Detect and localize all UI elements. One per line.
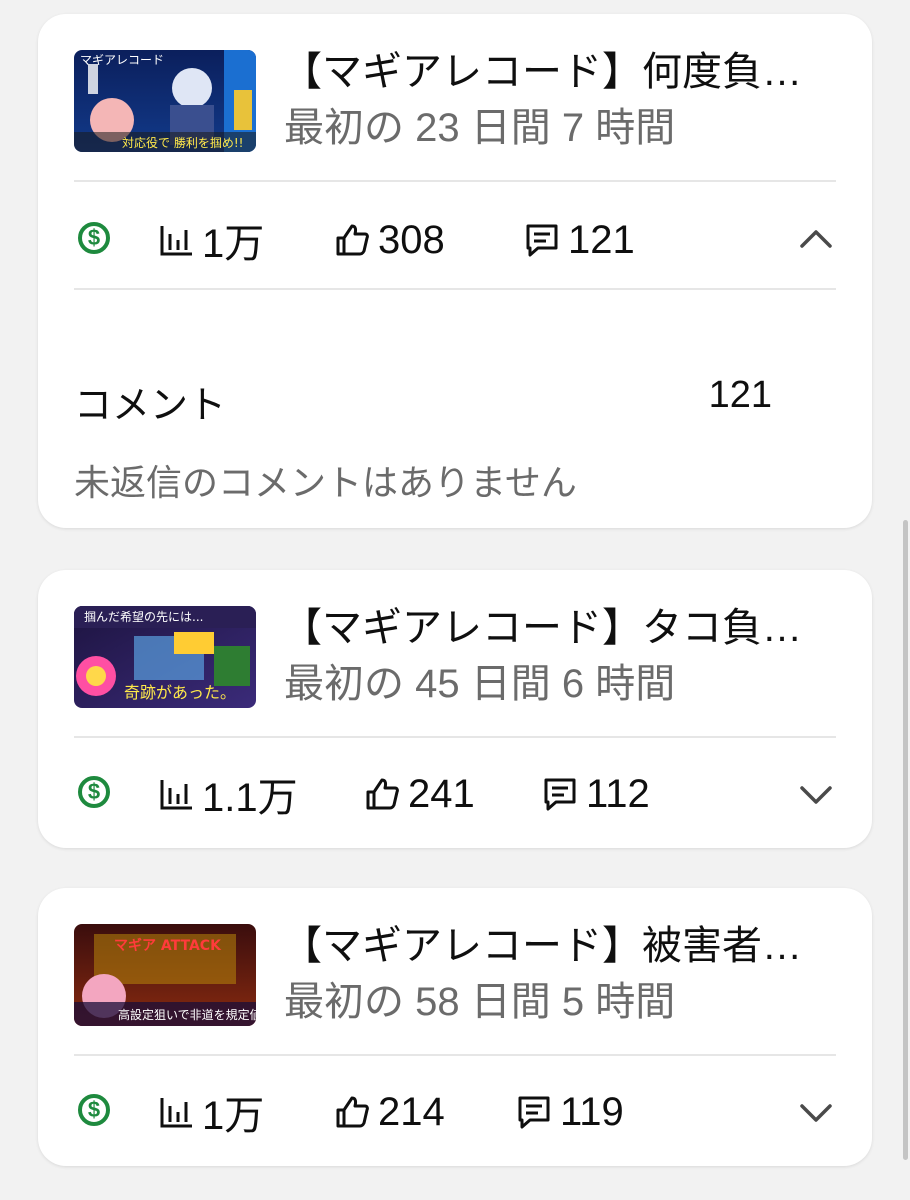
stats-row: $ 1万 308 121 [74,210,836,270]
video-header[interactable]: マギアレコード 対応役で 勝利を掴め!! 【マギアレコード】何度負… 最初の 2… [74,50,836,152]
divider [74,288,836,290]
likes-count: 214 [378,1089,445,1134]
video-card[interactable]: 掴んだ希望の先には... 奇跡があった。 【マギアレコード】タコ負… 最初の 4… [38,570,872,848]
views-stat: 1万 [156,210,264,270]
comments-stat: 112 [540,764,650,824]
thumbs-up-icon [336,1096,369,1128]
comments-count: 112 [586,771,650,816]
video-title[interactable]: 【マギアレコード】タコ負… [282,602,842,654]
dollar-circle-icon: $ [78,776,110,808]
comments-panel-label: コメント [74,385,227,427]
comments-count: 121 [568,217,635,262]
chevron-down-icon[interactable] [796,1092,836,1132]
views-count: 1.1万 [202,776,298,820]
comment-icon [544,778,576,811]
chevron-down-icon[interactable] [796,774,836,814]
thumbnail-text: マギア ATTACK [114,937,222,954]
video-title[interactable]: 【マギアレコード】被害者… [282,920,842,972]
thumbnail-text: マギアレコード [80,53,164,67]
chevron-up-icon[interactable] [796,220,836,260]
video-card[interactable]: マギア ATTACK 高設定狙いで非道を規定値 【マギアレコード】被害者… 最初… [38,888,872,1166]
comments-stat: 119 [514,1082,624,1142]
stats-row: $ 1.1万 241 112 [74,764,836,824]
video-age: 最初の 58 日間 5 時間 [284,980,676,1024]
divider [74,180,836,182]
dollar-circle-icon: $ [78,1094,110,1126]
video-card[interactable]: マギアレコード 対応役で 勝利を掴め!! 【マギアレコード】何度負… 最初の 2… [38,14,872,528]
likes-count: 308 [378,217,445,262]
video-header[interactable]: 掴んだ希望の先には... 奇跡があった。 【マギアレコード】タコ負… 最初の 4… [74,606,836,708]
bar-chart-icon [160,780,192,810]
video-thumbnail[interactable]: マギアレコード 対応役で 勝利を掴め!! [74,50,256,152]
comments-stat: 121 [522,210,635,270]
thumbs-up-icon [336,224,369,256]
likes-count: 241 [408,771,475,816]
likes-stat: 241 [362,764,475,824]
video-thumbnail[interactable]: 掴んだ希望の先には... 奇跡があった。 [74,606,256,708]
dollar-circle-icon: $ [78,222,110,254]
comment-icon [526,224,558,257]
bar-chart-icon [160,226,192,256]
thumbnail-caption: 高設定狙いで非道を規定値 [118,1007,256,1022]
video-header[interactable]: マギア ATTACK 高設定狙いで非道を規定値 【マギアレコード】被害者… 最初… [74,924,836,1026]
bar-chart-icon [160,1098,192,1128]
comments-panel-count: 121 [708,374,772,416]
scrollbar[interactable] [903,520,908,1160]
video-title[interactable]: 【マギアレコード】何度負… [282,46,842,98]
thumbs-up-icon [366,778,399,810]
video-thumbnail[interactable]: マギア ATTACK 高設定狙いで非道を規定値 [74,924,256,1026]
stats-row: $ 1万 214 119 [74,1082,836,1142]
divider [74,736,836,738]
views-stat: 1.1万 [156,764,298,824]
views-count: 1万 [202,1094,265,1138]
thumbnail-text: 掴んだ希望の先には... [84,609,203,624]
likes-stat: 308 [332,210,445,270]
video-age: 最初の 45 日間 6 時間 [284,662,676,706]
comment-icon [518,1096,550,1129]
views-stat: 1万 [156,1082,264,1142]
views-count: 1万 [202,222,265,266]
video-age: 最初の 23 日間 7 時間 [284,106,676,150]
no-unreplied-comments-message: 未返信のコメントはありません [74,462,577,503]
likes-stat: 214 [332,1082,445,1142]
thumbnail-caption: 対応役で 勝利を掴め!! [122,135,243,150]
comments-count: 119 [560,1089,624,1134]
thumbnail-caption: 奇跡があった。 [124,683,236,702]
divider [74,1054,836,1056]
